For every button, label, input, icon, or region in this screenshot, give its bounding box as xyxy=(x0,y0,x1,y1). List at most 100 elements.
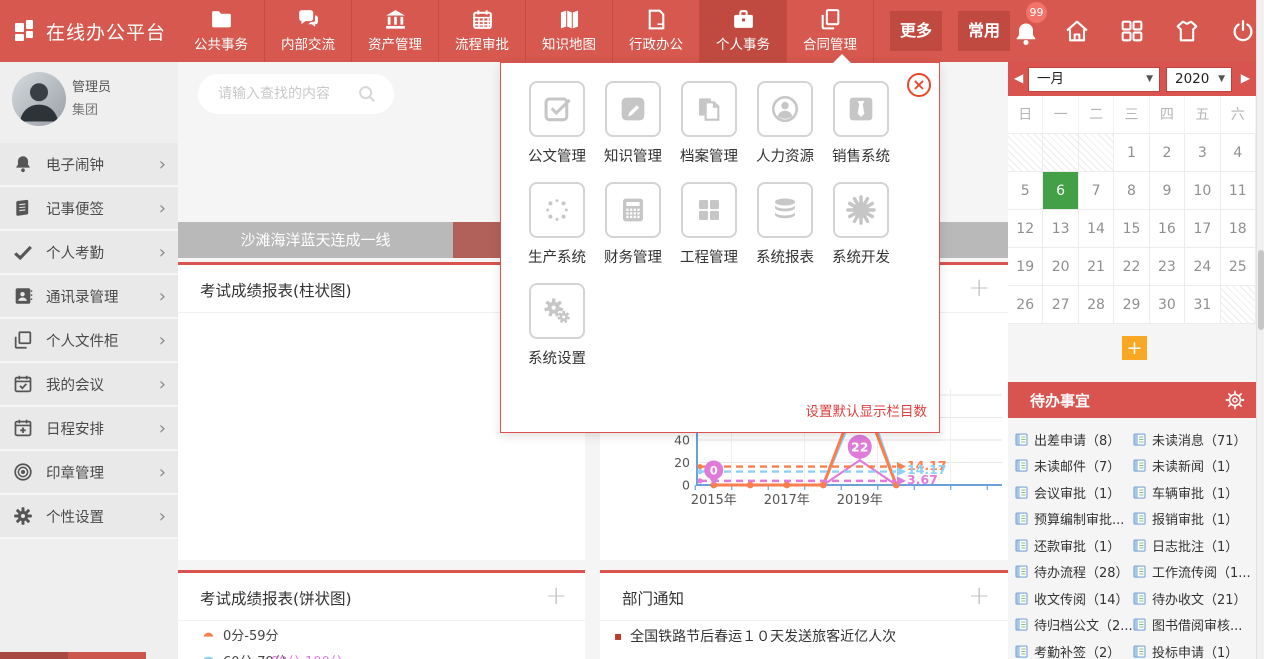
calendar-day-23[interactable]: 23 xyxy=(1150,248,1185,286)
page-scrollbar[interactable] xyxy=(1256,0,1264,659)
calendar-day-12[interactable]: 12 xyxy=(1008,210,1043,248)
favorites-button[interactable]: 常用 xyxy=(958,11,1010,51)
nav-item-公共事务[interactable]: 公共事务 xyxy=(178,0,265,62)
sidebar-item-日程安排[interactable]: 日程安排 › xyxy=(0,407,178,451)
calendar-day-10[interactable]: 10 xyxy=(1185,172,1220,210)
calendar-day-4[interactable]: 4 xyxy=(1221,134,1256,172)
sidebar-item-我的会议[interactable]: 我的会议 › xyxy=(0,363,178,407)
calendar-day-15[interactable]: 15 xyxy=(1114,210,1149,248)
sidebar-item-个人考勤[interactable]: 个人考勤 › xyxy=(0,231,178,275)
todo-item[interactable]: 日志批注（1） xyxy=(1132,532,1250,559)
month-select[interactable]: 一月 ▼ xyxy=(1028,67,1160,92)
close-icon[interactable]: × xyxy=(907,73,931,97)
todo-item[interactable]: 未读消息（71） xyxy=(1132,426,1250,453)
calendar-day-29[interactable]: 29 xyxy=(1114,286,1149,324)
popup-tile-财务管理[interactable]: 财务管理 xyxy=(595,182,671,267)
legend-item[interactable]: 0分-59分 xyxy=(178,621,585,647)
todo-item[interactable]: 车辆审批（1） xyxy=(1132,479,1250,506)
sidebar-item-个人文件柜[interactable]: 个人文件柜 › xyxy=(0,319,178,363)
calendar-day-3[interactable]: 3 xyxy=(1185,134,1220,172)
todo-item[interactable]: 收文传阅（14） xyxy=(1014,585,1132,612)
popup-tile-工程管理[interactable]: 工程管理 xyxy=(671,182,747,267)
calendar-day-7[interactable]: 7 xyxy=(1079,172,1114,210)
calendar-day-30[interactable]: 30 xyxy=(1150,286,1185,324)
calendar-day-22[interactable]: 22 xyxy=(1114,248,1149,286)
todo-item[interactable]: 图书借阅审核... xyxy=(1132,612,1250,639)
plus-icon[interactable]: + xyxy=(545,581,567,611)
popup-tile-系统设置[interactable]: 系统设置 xyxy=(519,283,595,368)
todo-item[interactable]: 投标申请（1） xyxy=(1132,638,1250,659)
calendar-day-1[interactable]: 1 xyxy=(1114,134,1149,172)
more-button[interactable]: 更多 xyxy=(890,11,942,51)
todo-item[interactable]: 待办收文（21） xyxy=(1132,585,1250,612)
notifications-button[interactable]: 99 xyxy=(1012,14,1048,54)
home-icon[interactable] xyxy=(1063,17,1091,45)
calendar-day-14[interactable]: 14 xyxy=(1079,210,1114,248)
nav-item-合同管理[interactable]: 合同管理 xyxy=(787,0,874,62)
calendar-day-5[interactable]: 5 xyxy=(1008,172,1043,210)
calendar-day-19[interactable]: 19 xyxy=(1008,248,1043,286)
calendar-day-13[interactable]: 13 xyxy=(1043,210,1078,248)
gear-icon[interactable] xyxy=(1224,389,1246,411)
calendar-day-20[interactable]: 20 xyxy=(1043,248,1078,286)
calendar-day-26[interactable]: 26 xyxy=(1008,286,1043,324)
popup-tile-生产系统[interactable]: 生产系统 xyxy=(519,182,595,267)
todo-item[interactable]: 报销审批（1） xyxy=(1132,506,1250,533)
sidebar-item-个性设置[interactable]: 个性设置 › xyxy=(0,495,178,539)
app-logo[interactable]: 在线办公平台 xyxy=(14,0,178,62)
search-input[interactable] xyxy=(218,82,348,106)
todo-item[interactable]: 考勤补签（2） xyxy=(1014,638,1132,659)
popup-settings-link[interactable]: 设置默认显示栏目数 xyxy=(806,400,928,420)
calendar-day-21[interactable]: 21 xyxy=(1079,248,1114,286)
calendar-day-9[interactable]: 9 xyxy=(1150,172,1185,210)
todo-item[interactable]: 出差申请（8） xyxy=(1014,426,1132,453)
avatar[interactable] xyxy=(12,72,66,126)
todo-item[interactable]: 未读邮件（7） xyxy=(1014,453,1132,480)
popup-tile-系统报表[interactable]: 系统报表 xyxy=(747,182,823,267)
todo-item[interactable]: 待办流程（28） xyxy=(1014,559,1132,586)
calendar-day-31[interactable]: 31 xyxy=(1185,286,1220,324)
calendar-next-icon[interactable]: ▶ xyxy=(1241,71,1250,85)
scrollbar-thumb[interactable] xyxy=(1258,250,1264,330)
sidebar-item-印章管理[interactable]: 印章管理 › xyxy=(0,451,178,495)
todo-item[interactable]: 会议审批（1） xyxy=(1014,479,1132,506)
plus-icon[interactable]: + xyxy=(968,581,990,611)
notice-item[interactable]: ▪ 全国铁路节后春运１０天发送旅客近亿人次 xyxy=(600,621,1008,651)
nav-item-个人事务[interactable]: 个人事务 xyxy=(700,0,787,62)
popup-tile-人力资源[interactable]: 人力资源 xyxy=(747,81,823,166)
nav-item-行政办公[interactable]: 行政办公 xyxy=(613,0,700,62)
calendar-add-button[interactable]: + xyxy=(1122,336,1147,360)
calendar-day-17[interactable]: 17 xyxy=(1185,210,1220,248)
nav-item-内部交流[interactable]: 内部交流 xyxy=(265,0,352,62)
calendar-day-18[interactable]: 18 xyxy=(1221,210,1256,248)
calendar-day-16[interactable]: 16 xyxy=(1150,210,1185,248)
calendar-day-8[interactable]: 8 xyxy=(1114,172,1149,210)
sidebar-item-记事便签[interactable]: 记事便签 › xyxy=(0,187,178,231)
power-logout-icon[interactable] xyxy=(1229,17,1257,45)
popup-tile-公文管理[interactable]: 公文管理 xyxy=(519,81,595,166)
popup-tile-销售系统[interactable]: 销售系统 xyxy=(823,81,899,166)
todo-item[interactable]: 工作流传阅（1... xyxy=(1132,559,1250,586)
calendar-day-27[interactable]: 27 xyxy=(1043,286,1078,324)
todo-item[interactable]: 待归档公文（2... xyxy=(1014,612,1132,639)
calendar-day-2[interactable]: 2 xyxy=(1150,134,1185,172)
sidebar-item-通讯录管理[interactable]: 通讯录管理 › xyxy=(0,275,178,319)
legend-item[interactable]: 60分-79分 80分-100分 — xyxy=(178,647,585,659)
todo-item[interactable]: 未读新闻（1） xyxy=(1132,453,1250,480)
calendar-prev-icon[interactable]: ◀ xyxy=(1014,71,1023,85)
nav-item-流程审批[interactable]: 流程审批 xyxy=(439,0,526,62)
calendar-day-28[interactable]: 28 xyxy=(1079,286,1114,324)
sidebar-item-电子闹钟[interactable]: 电子闹钟 › xyxy=(0,143,178,187)
todo-item[interactable]: 预算编制审批... xyxy=(1014,506,1132,533)
nav-item-资产管理[interactable]: 资产管理 xyxy=(352,0,439,62)
year-select[interactable]: 2020 ▼ xyxy=(1166,67,1232,92)
popup-tile-档案管理[interactable]: 档案管理 xyxy=(671,81,747,166)
calendar-day-6[interactable]: 6 xyxy=(1043,172,1078,210)
calendar-day-25[interactable]: 25 xyxy=(1221,248,1256,286)
todo-item[interactable]: 还款审批（1） xyxy=(1014,532,1132,559)
popup-tile-知识管理[interactable]: 知识管理 xyxy=(595,81,671,166)
popup-tile-系统开发[interactable]: 系统开发 xyxy=(823,182,899,267)
calendar-day-11[interactable]: 11 xyxy=(1221,172,1256,210)
nav-item-知识地图[interactable]: 知识地图 xyxy=(526,0,613,62)
calendar-day-24[interactable]: 24 xyxy=(1185,248,1220,286)
